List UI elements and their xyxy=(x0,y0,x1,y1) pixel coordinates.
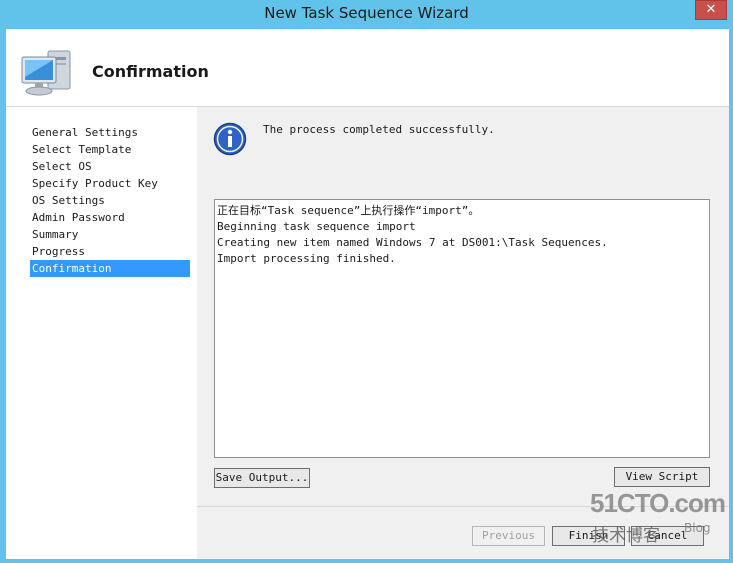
log-line: Beginning task sequence import xyxy=(217,220,416,233)
footer-separator xyxy=(197,506,729,507)
sidebar-item-specify-product-key[interactable]: Specify Product Key xyxy=(30,175,190,192)
sidebar-item-select-template[interactable]: Select Template xyxy=(30,141,190,158)
save-output-button[interactable]: Save Output... xyxy=(214,468,310,488)
close-icon: ✕ xyxy=(705,2,717,17)
log-line: Import processing finished. xyxy=(217,252,396,265)
computer-icon xyxy=(21,50,71,96)
wizard-header: Confirmation xyxy=(6,29,729,107)
main-panel: The process completed successfully. 正在目标… xyxy=(197,107,729,559)
finish-button[interactable]: Finish xyxy=(552,526,625,546)
output-log[interactable]: 正在目标“Task sequence”上执行操作“import”。 Beginn… xyxy=(214,199,710,458)
view-script-button[interactable]: View Script xyxy=(614,467,710,487)
log-line: 正在目标“Task sequence”上执行操作“import”。 xyxy=(217,204,480,217)
cancel-button[interactable]: Cancel xyxy=(631,526,704,546)
wizard-client: Confirmation General Settings Select Tem… xyxy=(6,29,729,559)
close-button[interactable]: ✕ xyxy=(695,0,727,20)
wizard-steps-sidebar: General Settings Select Template Select … xyxy=(6,107,197,559)
sidebar-item-admin-password[interactable]: Admin Password xyxy=(30,209,190,226)
info-icon xyxy=(213,122,247,156)
page-title: Confirmation xyxy=(92,62,209,81)
previous-button[interactable]: Previous xyxy=(472,526,545,546)
sidebar-item-os-settings[interactable]: OS Settings xyxy=(30,192,190,209)
sidebar-item-confirmation[interactable]: Confirmation xyxy=(30,260,190,277)
sidebar-item-summary[interactable]: Summary xyxy=(30,226,190,243)
status-message: The process completed successfully. xyxy=(263,123,495,136)
title-bar[interactable]: New Task Sequence Wizard ✕ xyxy=(0,0,733,29)
log-line: Creating new item named Windows 7 at DS0… xyxy=(217,236,608,249)
sidebar-item-progress[interactable]: Progress xyxy=(30,243,190,260)
window-title: New Task Sequence Wizard xyxy=(264,4,469,22)
wizard-window: New Task Sequence Wizard ✕ Confirmation … xyxy=(0,0,733,563)
sidebar-item-select-os[interactable]: Select OS xyxy=(30,158,190,175)
sidebar-item-general-settings[interactable]: General Settings xyxy=(30,124,190,141)
